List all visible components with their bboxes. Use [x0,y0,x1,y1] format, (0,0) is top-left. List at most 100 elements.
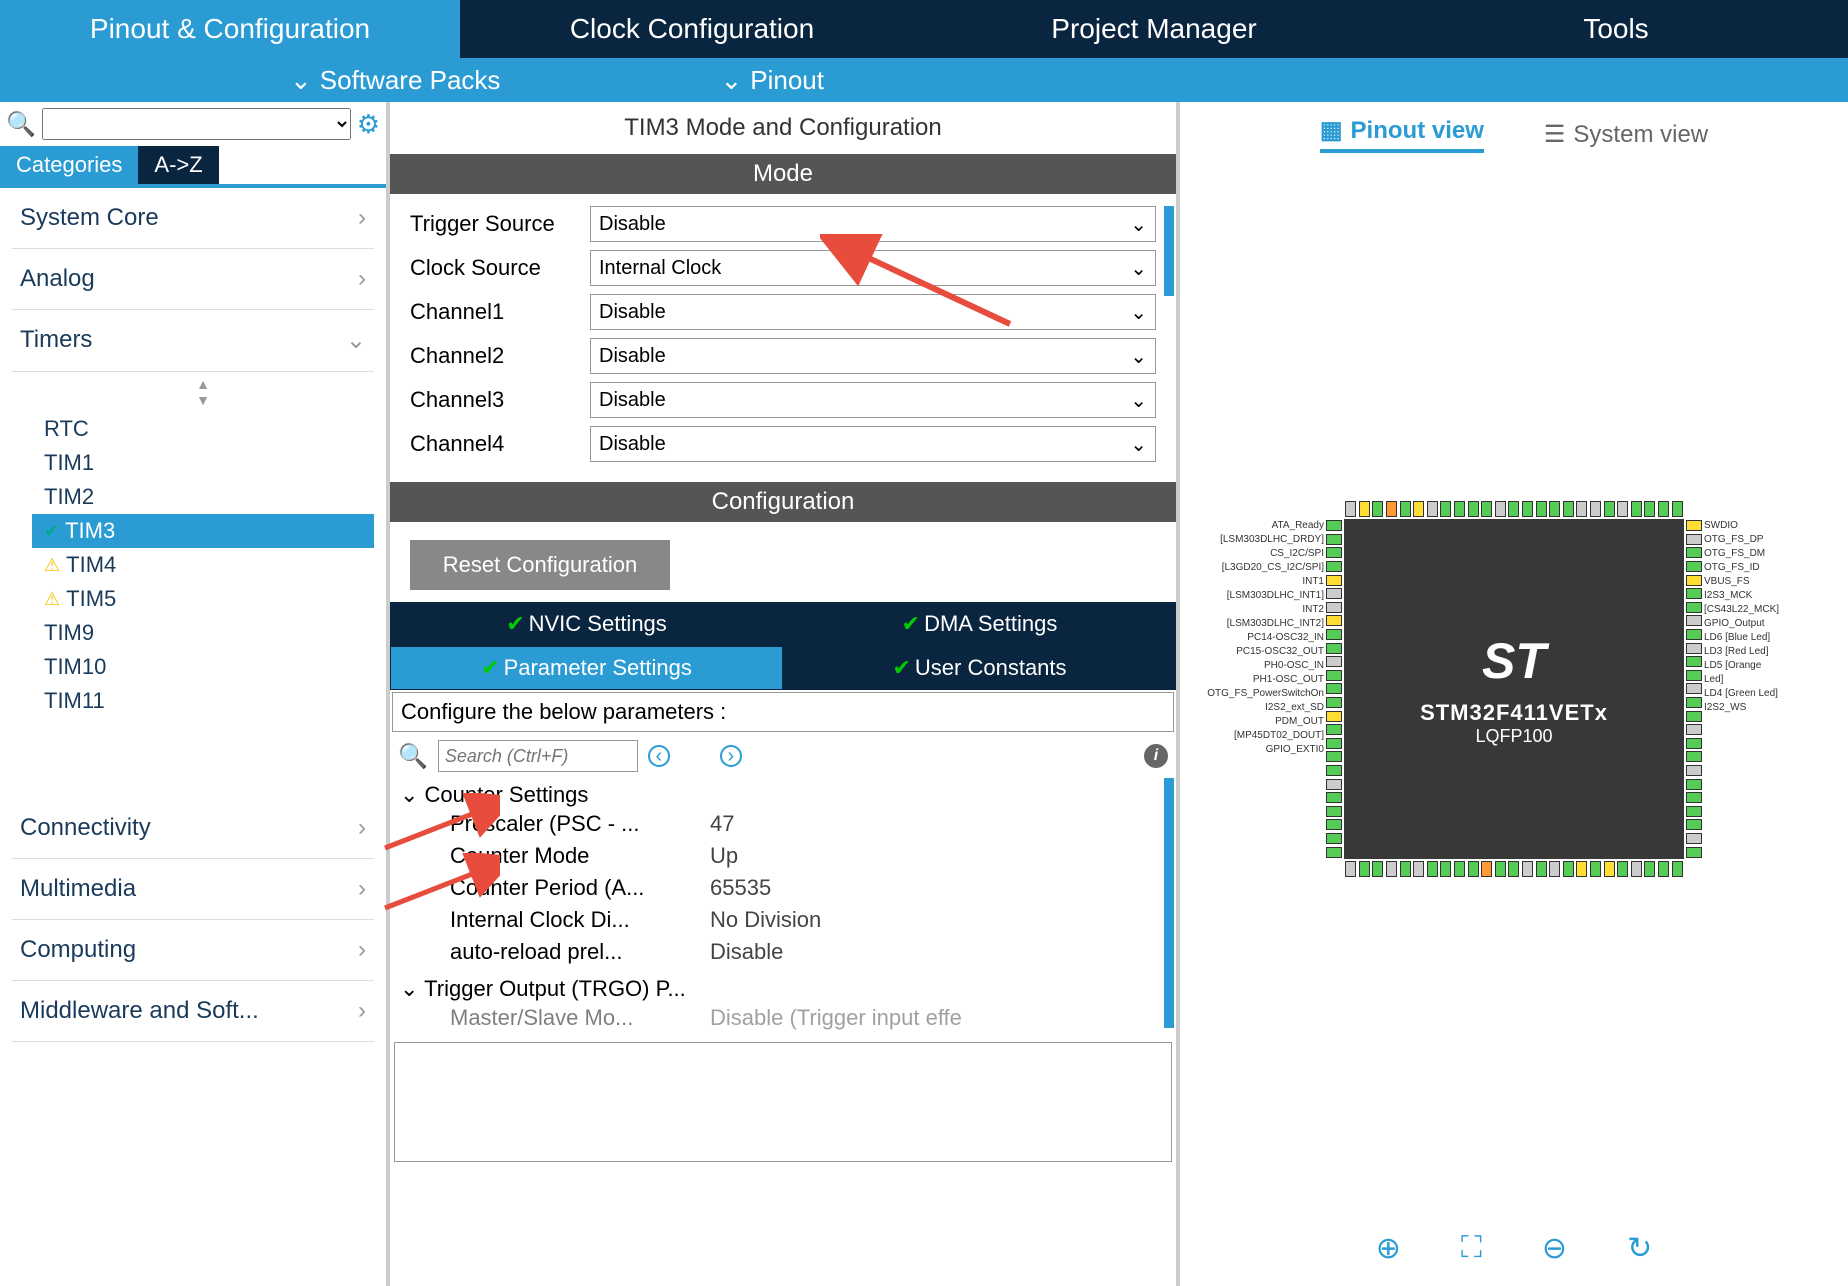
pin[interactable] [1326,588,1342,599]
pin[interactable] [1427,501,1438,517]
pin[interactable] [1686,779,1702,790]
tab-categories[interactable]: Categories [0,146,138,184]
pin[interactable] [1686,765,1702,776]
pin[interactable] [1481,501,1492,517]
counter-settings-group[interactable]: ⌄ Counter Settings [400,782,1166,808]
tab-az[interactable]: A->Z [138,146,218,184]
pin[interactable] [1522,861,1533,877]
scrollbar-thumb[interactable] [1164,778,1174,1028]
pin[interactable] [1604,501,1615,517]
param-master-slave[interactable]: Master/Slave Mo...Disable (Trigger input… [400,1002,1166,1034]
pin[interactable] [1386,501,1397,517]
pin[interactable] [1644,861,1655,877]
timer-tim11[interactable]: TIM11 [32,684,374,718]
param-internal-clock-div[interactable]: Internal Clock Di...No Division [400,904,1166,936]
tab-clock-config[interactable]: Clock Configuration [462,0,924,58]
sort-icon[interactable]: ▲▼ [32,372,374,412]
prev-icon[interactable]: ‹ [648,745,670,767]
pin[interactable] [1522,501,1533,517]
pin[interactable] [1468,861,1479,877]
pin[interactable] [1413,501,1424,517]
pin[interactable] [1686,534,1702,545]
pin[interactable] [1686,588,1702,599]
pin[interactable] [1536,861,1547,877]
pin[interactable] [1508,501,1519,517]
pin[interactable] [1686,738,1702,749]
pin[interactable] [1326,779,1342,790]
pin[interactable] [1326,547,1342,558]
pin[interactable] [1631,861,1642,877]
pin[interactable] [1326,819,1342,830]
pin[interactable] [1536,501,1547,517]
param-prescaler[interactable]: Prescaler (PSC - ...47 [400,808,1166,840]
pin[interactable] [1686,575,1702,586]
timer-tim3[interactable]: ✔TIM3 [32,514,374,548]
pin[interactable] [1549,501,1560,517]
pin[interactable] [1686,643,1702,654]
tab-user-constants[interactable]: ✔User Constants [783,646,1176,690]
next-icon[interactable]: › [720,745,742,767]
pin[interactable] [1326,683,1342,694]
tab-parameter-settings[interactable]: ✔Parameter Settings [390,646,783,690]
timer-tim9[interactable]: TIM9 [32,616,374,650]
pin[interactable] [1495,861,1506,877]
pin[interactable] [1326,792,1342,803]
pin[interactable] [1345,501,1356,517]
pin[interactable] [1686,792,1702,803]
pin[interactable] [1686,724,1702,735]
pin[interactable] [1590,501,1601,517]
pin[interactable] [1400,501,1411,517]
pin[interactable] [1326,806,1342,817]
pin[interactable] [1326,670,1342,681]
pin[interactable] [1672,861,1683,877]
pin[interactable] [1686,806,1702,817]
pin[interactable] [1508,861,1519,877]
trigger-source-select[interactable]: Disable⌄ [590,206,1156,242]
pin[interactable] [1386,861,1397,877]
channel1-select[interactable]: Disable⌄ [590,294,1156,330]
tab-pinout-config[interactable]: Pinout & Configuration [0,0,462,58]
pin[interactable] [1631,501,1642,517]
pin[interactable] [1672,501,1683,517]
fit-screen-icon[interactable]: ⛶ [1461,1231,1482,1266]
tab-nvic-settings[interactable]: ✔NVIC Settings [390,602,783,646]
pin[interactable] [1576,861,1587,877]
tab-pinout-view[interactable]: ▦ Pinout view [1320,116,1484,153]
pin[interactable] [1326,656,1342,667]
rotate-icon[interactable]: ↻ [1627,1231,1652,1266]
pin[interactable] [1326,534,1342,545]
pin[interactable] [1400,861,1411,877]
pin[interactable] [1326,697,1342,708]
category-middleware[interactable]: Middleware and Soft...› [12,981,374,1042]
pin[interactable] [1326,561,1342,572]
peripheral-search[interactable] [42,108,351,140]
category-analog[interactable]: Analog› [12,249,374,310]
pin[interactable] [1686,833,1702,844]
pin[interactable] [1686,547,1702,558]
param-counter-mode[interactable]: Counter ModeUp [400,840,1166,872]
pin[interactable] [1686,697,1702,708]
search-icon[interactable]: 🔍 [6,110,36,139]
pin[interactable] [1686,683,1702,694]
pin[interactable] [1326,615,1342,626]
pin[interactable] [1326,629,1342,640]
pin[interactable] [1326,833,1342,844]
pin[interactable] [1372,501,1383,517]
param-counter-period[interactable]: Counter Period (A...65535 [400,872,1166,904]
zoom-out-icon[interactable]: ⊖ [1542,1231,1567,1266]
pin[interactable] [1326,847,1342,858]
category-computing[interactable]: Computing› [12,920,374,981]
pin[interactable] [1686,711,1702,722]
subtab-software-packs[interactable]: ⌄ Software Packs [260,65,530,96]
pin[interactable] [1686,847,1702,858]
pin[interactable] [1590,861,1601,877]
pin[interactable] [1468,501,1479,517]
pin[interactable] [1686,520,1702,531]
pin[interactable] [1686,629,1702,640]
tab-system-view[interactable]: ☰ System view [1544,116,1708,153]
pin[interactable] [1372,861,1383,877]
timer-tim4[interactable]: ⚠TIM4 [32,548,374,582]
pin[interactable] [1686,670,1702,681]
pin[interactable] [1549,861,1560,877]
pin[interactable] [1326,602,1342,613]
